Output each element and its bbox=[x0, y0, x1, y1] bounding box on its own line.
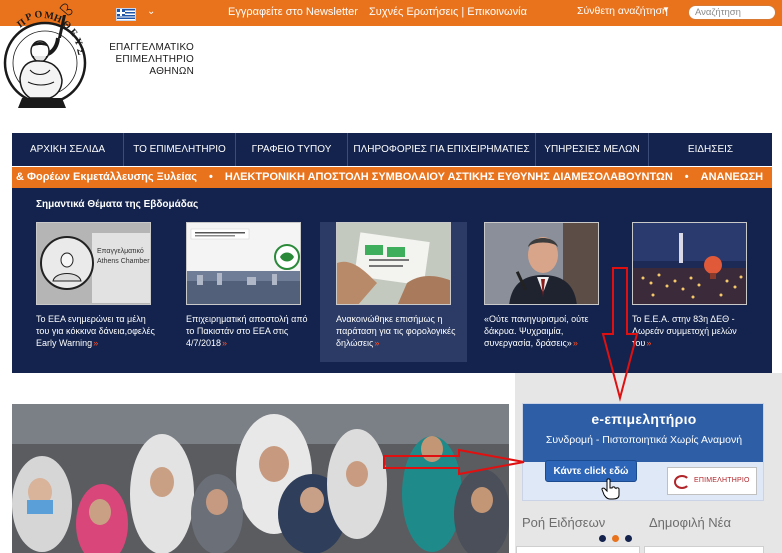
svg-text:Ρ: Ρ bbox=[24, 11, 34, 23]
svg-text:Athens Chamber: Athens Chamber bbox=[97, 258, 150, 265]
nav-item-chamber[interactable]: ΤΟ ΕΠΙΜΕΛΗΤΗΡΙΟ bbox=[124, 133, 236, 166]
greek-flag-icon[interactable] bbox=[116, 8, 136, 21]
weekly-card-caption[interactable]: Το Ε.Ε.Α. στην 83η ΔΕΘ - Δωρεάν συμμετοχ… bbox=[632, 313, 756, 349]
weekly-card[interactable]: Το Ε.Ε.Α. στην 83η ΔΕΘ - Δωρεάν συμμετοχ… bbox=[632, 222, 779, 362]
e-chamber-banner[interactable]: e-επιμελητήριο Συνδρομή - Πιστοποιητικά … bbox=[522, 403, 764, 501]
weekly-card-caption[interactable]: Το ΕΕΑ ενημερώνει τα μέλη του για κόκκιν… bbox=[36, 313, 160, 349]
more-arrow-icon: » bbox=[374, 338, 380, 348]
news-thumbnail[interactable] bbox=[186, 222, 301, 305]
chamber-logo-icon[interactable]: Π Ρ Ο Μ Η Θ Ε Υ Σ bbox=[0, 0, 100, 130]
chamber-name: ΕΠΑΓΓΕΛΜΑΤΙΚΟ ΕΠΙΜΕΛΗΤΗΡΙΟ ΑΘΗΝΩΝ bbox=[109, 42, 194, 77]
featured-news-photo[interactable] bbox=[12, 404, 509, 553]
news-thumbnail[interactable]: Επαγγελματικό Athens Chamber bbox=[36, 222, 151, 305]
tab-news-feed[interactable]: Ροή Ειδήσεων bbox=[522, 515, 605, 530]
search-input[interactable] bbox=[688, 5, 776, 20]
faq-contact-link[interactable]: Συχνές Ερωτήσεις | Επικοινωνία bbox=[369, 6, 527, 18]
weekly-card[interactable]: «Ούτε πανηγυρισμοί, ούτε δάκρυα. Ψυχραιμ… bbox=[484, 222, 631, 362]
ticker-separator: • bbox=[684, 171, 689, 183]
advanced-search-chevron-icon[interactable]: ▼ bbox=[662, 5, 670, 14]
carousel-pagination bbox=[599, 535, 632, 542]
main-nav: ΑΡΧΙΚΗ ΣΕΛΙΔΑ ΤΟ ΕΠΙΜΕΛΗΤΗΡΙΟ ΓΡΑΦΕΙΟ ΤΥ… bbox=[12, 133, 772, 166]
weekly-card-caption[interactable]: Ανακοινώθηκε επισήμως η παράταση για τις… bbox=[336, 313, 460, 349]
e-chamber-title: e-επιμελητήριο bbox=[591, 411, 697, 427]
popular-news-panel bbox=[644, 546, 764, 553]
news-thumbnail[interactable] bbox=[632, 222, 747, 305]
chamber-e-logo-icon bbox=[674, 475, 690, 489]
click-here-button[interactable]: Κάντε click εδώ bbox=[545, 460, 637, 482]
nav-item-press-office[interactable]: ΓΡΑΦΕΙΟ ΤΥΠΟΥ bbox=[236, 133, 348, 166]
carousel-dot-active[interactable] bbox=[612, 535, 619, 542]
nav-item-member-services[interactable]: ΥΠΗΡΕΣΙΕΣ ΜΕΛΩΝ bbox=[536, 133, 649, 166]
newsletter-link[interactable]: Εγγραφείτε στο Newsletter bbox=[228, 6, 358, 18]
news-ticker[interactable]: & Φορέων Εκμετάλλευσης Ξυλείας • ΗΛΕΚΤΡΟΝΙ… bbox=[12, 167, 772, 188]
svg-text:Επαγγελματικό: Επαγγελματικό bbox=[97, 247, 144, 255]
weekly-card[interactable]: Επιχειρηματική αποστολή από το Πακιστάν … bbox=[186, 222, 333, 362]
nav-item-business-info[interactable]: ΠΛΗΡΟΦΟΡΙΕΣ ΓΙΑ ΕΠΙΧΕΙΡΗΜΑΤΙΕΣ bbox=[348, 133, 536, 166]
weekly-card[interactable]: Επαγγελματικό Athens Chamber Το ΕΕΑ ενημ… bbox=[36, 222, 183, 362]
chamber-logo-badge-text: ΕΠΙΜΕΛΗΤΗΡΙΟ bbox=[694, 477, 750, 484]
news-thumbnail[interactable] bbox=[336, 222, 451, 305]
weekly-topics-title: Σημαντικά Θέματα της Εβδομάδας bbox=[36, 199, 199, 210]
carousel-dot[interactable] bbox=[625, 535, 632, 542]
top-bar: ⌄ Εγγραφείτε στο Newsletter Συχνές Ερωτή… bbox=[0, 0, 782, 26]
ticker-item[interactable]: ΗΛΕΚΤΡΟΝΙΚΗ ΑΠΟΣΤΟΛΗ ΣΥΜΒΟΛΑΙΟΥ ΑΣΤΙΚΗΣ … bbox=[225, 171, 673, 183]
nav-item-home[interactable]: ΑΡΧΙΚΗ ΣΕΛΙΔΑ bbox=[12, 133, 124, 166]
more-arrow-icon: » bbox=[93, 338, 99, 348]
ticker-item[interactable]: ΑΝΑΝΕΩΣΗ bbox=[701, 171, 763, 183]
ticker-item[interactable]: & Φορέων Εκμετάλλευσης Ξυλείας bbox=[16, 171, 197, 183]
more-arrow-icon: » bbox=[222, 338, 228, 348]
more-arrow-icon: » bbox=[572, 338, 578, 348]
weekly-card-caption[interactable]: Επιχειρηματική αποστολή από το Πακιστάν … bbox=[186, 313, 310, 349]
hand-cursor-icon bbox=[601, 478, 620, 500]
chevron-down-icon[interactable]: ⌄ bbox=[147, 6, 155, 17]
chamber-logo-badge: ΕΠΙΜΕΛΗΤΗΡΙΟ bbox=[667, 467, 757, 495]
weekly-card[interactable]: Ανακοινώθηκε επισήμως η παράταση για τις… bbox=[320, 222, 467, 362]
weekly-card-caption[interactable]: «Ούτε πανηγυρισμοί, ούτε δάκρυα. Ψυχραιμ… bbox=[484, 313, 608, 349]
weekly-topics-panel: Σημαντικά Θέματα της Εβδομάδας Επαγγελμα… bbox=[12, 188, 772, 373]
e-chamber-subtitle: Συνδρομή - Πιστοποιητικά Χωρίς Αναμονή bbox=[545, 434, 743, 446]
more-arrow-icon: » bbox=[646, 338, 652, 348]
news-feed-panel bbox=[516, 546, 640, 553]
carousel-dot[interactable] bbox=[599, 535, 606, 542]
news-thumbnail[interactable] bbox=[484, 222, 599, 305]
ticker-separator: • bbox=[209, 171, 213, 183]
svg-text:Ο: Ο bbox=[34, 9, 43, 21]
advanced-search-link[interactable]: Σύνθετη αναζήτηση bbox=[577, 5, 668, 17]
tab-popular-news[interactable]: Δημοφιλή Νέα bbox=[649, 515, 731, 530]
nav-item-news[interactable]: ΕΙΔΗΣΕΙΣ bbox=[649, 133, 772, 166]
